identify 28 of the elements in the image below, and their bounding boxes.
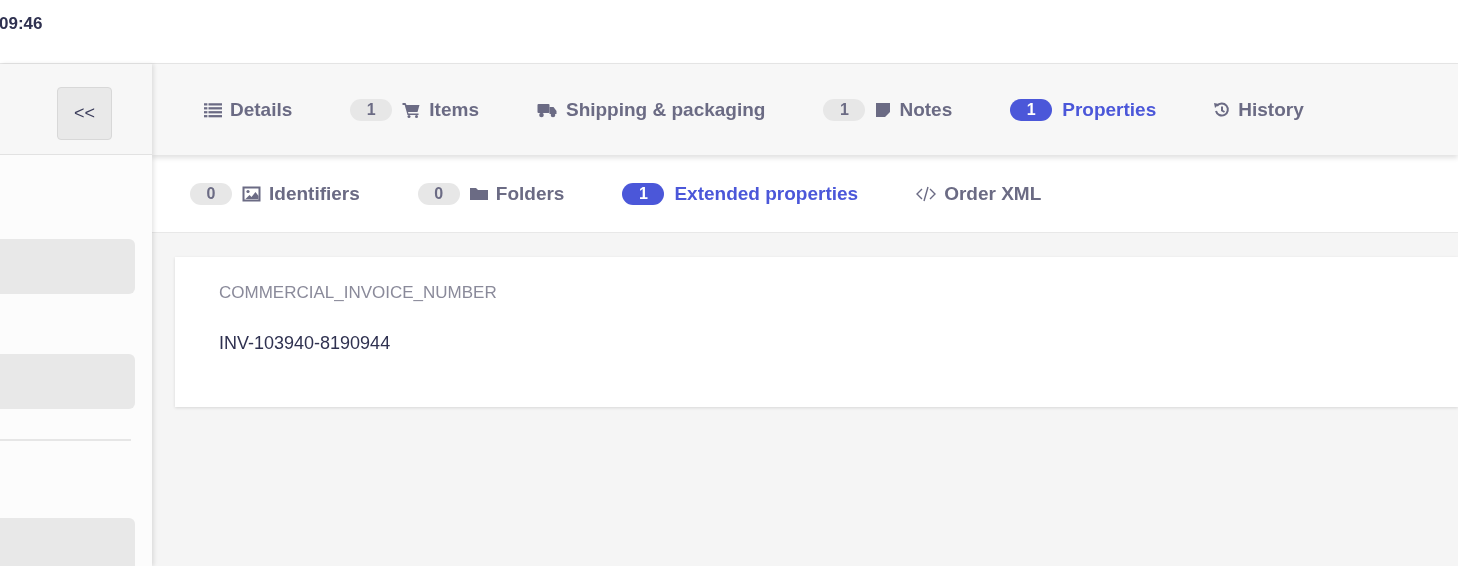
truck-icon (536, 101, 558, 118)
collapse-button[interactable]: << (57, 87, 112, 140)
code-icon (916, 185, 937, 202)
folder-icon (469, 185, 488, 202)
timestamp: 09:46 (0, 13, 43, 34)
count-badge: 1 (1010, 98, 1053, 121)
property-value: INV-103940-8190944 (219, 333, 392, 354)
tab[interactable]: Order XML (916, 182, 1042, 205)
tab[interactable]: 1 Extended properties (622, 182, 859, 205)
note-icon (875, 101, 892, 118)
count-badge: 0 (417, 182, 460, 205)
tab[interactable]: Details (204, 98, 293, 121)
tab[interactable]: 0 Folders (417, 182, 565, 205)
property-name: COMMERCIAL_INVOICE_NUMBER (219, 283, 498, 303)
list-icon (204, 101, 222, 118)
count-badge: 1 (622, 182, 665, 205)
tab[interactable]: 0 Identifiers (190, 182, 360, 205)
tab[interactable]: History (1214, 98, 1304, 121)
count-badge: 1 (350, 98, 393, 121)
history-icon (1214, 101, 1231, 118)
count-badge: 1 (823, 98, 866, 121)
cart-icon (402, 101, 422, 118)
tab[interactable]: Shipping & packaging (536, 98, 766, 121)
count-badge: 0 (190, 182, 232, 205)
image-icon (242, 185, 261, 202)
tab[interactable]: 1 Notes (823, 98, 953, 121)
tab[interactable]: 1 Items (350, 98, 479, 121)
tab[interactable]: 1 Properties (1010, 98, 1157, 121)
